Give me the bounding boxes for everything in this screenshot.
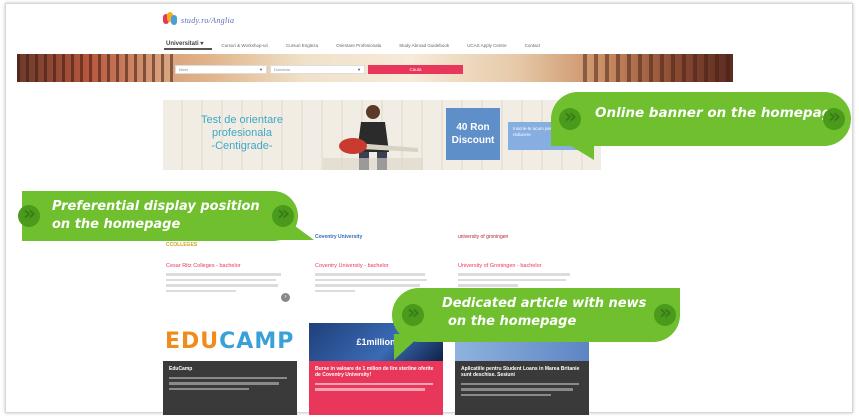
chevron-right-icon xyxy=(823,104,845,130)
callout-line-1: Dedicated article with news xyxy=(442,296,647,311)
callout-online-banner: Online banner on the homepage xyxy=(551,92,851,146)
banner-line-3: -Centigrade- xyxy=(211,140,273,152)
nav-item-cursuri-workshop[interactable]: Cursuri & Workshop-uri xyxy=(212,43,277,48)
discount-amount: 40 Ron xyxy=(456,122,490,133)
domain-select[interactable]: Domeniu ▼ xyxy=(270,65,365,74)
level-select[interactable]: Nivel ▼ xyxy=(175,65,267,74)
callout-preferential-position: Preferential display position on the hom… xyxy=(18,191,298,241)
main-nav: Universitati ▾ Cursuri & Workshop-uri Cu… xyxy=(164,38,584,52)
screenshot-stage: study.ro/Anglia Universitati ▾ Cursuri &… xyxy=(0,0,859,418)
nav-item-cursuri-engleza[interactable]: Cursuri Engleza xyxy=(277,43,327,48)
card-title[interactable]: University of Groningen - bachelor xyxy=(458,263,578,269)
logo-text: study.ro/Anglia xyxy=(181,15,235,25)
level-select-value: Nivel xyxy=(179,67,188,72)
logo-icon xyxy=(163,12,177,28)
tile-title[interactable]: Aplicatiile pentru Student Loans in Mare… xyxy=(455,361,589,378)
callout-text: Dedicated article with news on the homep… xyxy=(442,295,646,331)
promo-banner[interactable]: Test de orientare profesionala -Centigra… xyxy=(163,100,601,170)
callout-text: Preferential display position on the hom… xyxy=(52,198,260,234)
discount-badge: 40 Ron Discount xyxy=(446,108,500,160)
card-excerpt xyxy=(458,273,578,287)
card-logo: university of groningen xyxy=(458,234,509,240)
chevron-right-icon xyxy=(559,104,581,130)
tile-excerpt xyxy=(455,378,589,404)
chevron-right-icon xyxy=(402,300,424,326)
banner-line-2: profesionala xyxy=(212,127,272,139)
read-more-icon[interactable]: › xyxy=(281,293,290,302)
tile-excerpt xyxy=(163,372,297,398)
hero-image: Nivel ▼ Domeniu ▼ Cauta xyxy=(17,54,733,82)
chevron-right-icon xyxy=(18,201,40,227)
tile-title[interactable]: EduCamp xyxy=(163,361,297,372)
chevron-down-icon: ▼ xyxy=(259,67,263,72)
hero-skyline-left xyxy=(17,54,177,82)
search-bar: Nivel ▼ Domeniu ▼ Cauta xyxy=(175,65,589,74)
callout-line-2: on the homepage xyxy=(448,314,577,329)
card-logo: Coventry University xyxy=(315,234,363,240)
card-title[interactable]: Cesar Ritz Colleges - bachelor xyxy=(166,263,286,269)
chevron-right-icon xyxy=(272,201,294,227)
callout-dedicated-article: Dedicated article with news on the homep… xyxy=(392,288,680,342)
nav-item-orientare[interactable]: Orientare Profesionala xyxy=(327,43,390,48)
news-tile[interactable]: EDUCAMP EduCamp xyxy=(163,323,297,415)
nav-item-guidebook[interactable]: Study Abroad Guidebook xyxy=(390,43,458,48)
university-card[interactable]: CCOLLEGES Cesar Ritz Colleges - bachelor xyxy=(166,234,286,306)
discount-label: Discount xyxy=(451,135,495,146)
callout-line-1: Preferential display position xyxy=(52,199,260,214)
callout-text: Online banner on the homepage xyxy=(595,105,841,121)
banner-headline: Test de orientare profesionala -Centigra… xyxy=(177,114,307,153)
tile-excerpt xyxy=(309,378,443,399)
domain-select-value: Domeniu xyxy=(274,67,291,72)
chevron-right-icon xyxy=(654,300,676,326)
callout-line-2: on the homepage xyxy=(52,217,181,232)
tile-title[interactable]: Burse in valoare de 1 milion de lire ste… xyxy=(309,361,443,378)
educamp-logo: EDUCAMP xyxy=(163,323,297,361)
banner-line-1: Test de orientare xyxy=(201,114,283,126)
nav-item-universitati[interactable]: Universitati ▾ xyxy=(164,40,213,50)
card-title[interactable]: Coventry University - bachelor xyxy=(315,263,435,269)
card-excerpt xyxy=(166,273,286,293)
nav-item-ucas[interactable]: UCAS Apply Centre xyxy=(458,43,516,48)
hero-skyline-right xyxy=(583,54,733,82)
search-button[interactable]: Cauta xyxy=(368,65,463,74)
guitarist-illustration xyxy=(323,105,423,170)
site-logo[interactable]: study.ro/Anglia xyxy=(163,12,234,28)
nav-item-contact[interactable]: Contact xyxy=(516,43,550,48)
chevron-down-icon: ▼ xyxy=(357,67,361,72)
